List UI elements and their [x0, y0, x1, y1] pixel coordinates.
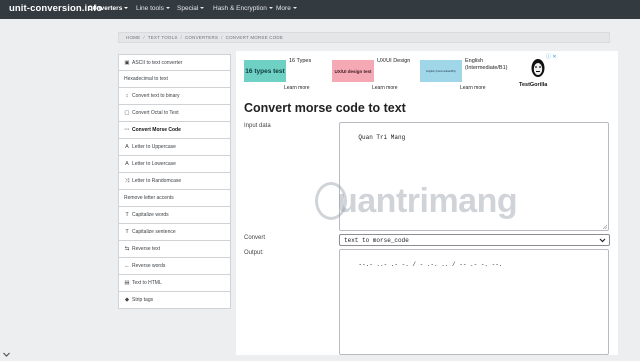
nav-line-tools-label: Line tools	[136, 5, 164, 12]
nav-special[interactable]: Special	[177, 5, 205, 12]
nav-line-tools[interactable]: Line tools	[136, 5, 170, 12]
reverse-words-icon: ←	[124, 263, 130, 269]
sidebar-item-label: Strip tags	[132, 297, 154, 303]
sidebar-item[interactable]: T Capitalize words	[118, 207, 231, 224]
ad-16-types[interactable]: 16 types test 16 Types Learn more	[244, 54, 328, 94]
sidebar-item-label: Text to HTML	[132, 280, 162, 286]
nav-converters-label: Converters	[88, 5, 123, 12]
sidebar-item[interactable]: T Capitalize sentence	[118, 224, 231, 241]
sidebar-item-label: ASCII to text converter	[132, 59, 183, 66]
chevron-down-icon	[165, 7, 170, 9]
convert-label: Convert	[244, 235, 266, 241]
nav-more-label: More	[276, 5, 291, 12]
morse-icon: ···	[124, 127, 130, 133]
sidebar-item-label: Letter to Randomcase	[132, 178, 182, 184]
sidebar-item[interactable]: ▢ Convert Octal to Text	[118, 105, 231, 122]
sidebar-item[interactable]: Hexadecimal to text	[118, 71, 231, 88]
input-data-textarea[interactable]: Quan Tri Mang	[339, 122, 609, 231]
binary-icon: ↕	[125, 93, 129, 99]
sidebar-item-label: Convert text to binary	[132, 93, 180, 99]
sidebar-item[interactable]: ⇆ Reverse text	[118, 241, 231, 258]
chevron-down-icon	[200, 7, 205, 9]
chevron-down-icon	[292, 7, 297, 9]
nav-hash-label: Hash & Encryption	[213, 5, 267, 12]
ad-image: 16 types test	[244, 60, 286, 82]
sidebar-item[interactable]: ⤨ Letter to Randomcase	[118, 173, 231, 190]
sidebar-item-label: Capitalize sentence	[132, 229, 176, 235]
ad-ux-ui-design[interactable]: UX/UI design test UX/UI Design Learn mor…	[332, 54, 416, 94]
output-value: --.- ..- .- -. / - .-. .. / -- .- -. --.	[358, 261, 503, 268]
ad-english[interactable]: English (Intermediate/B1) English (Inter…	[420, 54, 515, 94]
chevron-down-icon[interactable]	[2, 350, 11, 359]
nav-converters[interactable]: Converters	[88, 5, 129, 12]
sidebar-item-label: Remove letter accents	[124, 195, 174, 201]
input-data-label: Input data	[244, 123, 271, 129]
sidebar-item-label: Reverse words	[132, 263, 166, 269]
convert-select-value: text to morse_code	[344, 237, 409, 244]
uppercase-icon: A	[125, 144, 129, 150]
nav-special-label: Special	[177, 5, 199, 12]
output-label: Output:	[244, 250, 264, 256]
input-data-value: Quan Tri Mang	[358, 134, 406, 141]
gorilla-logo-icon	[531, 59, 545, 77]
capitalize-icon: T	[125, 212, 129, 218]
breadcrumb-separator: /	[143, 35, 145, 40]
sidebar-item[interactable]: ↕ Convert text to binary	[118, 88, 231, 105]
breadcrumb-current: CONVERT MORSE CODE	[225, 35, 284, 40]
sidebar: ▣ ASCII to text converter Hexadecimal to t…	[118, 54, 231, 309]
html-icon: ▤	[124, 280, 130, 286]
output-textarea[interactable]: --.- ..- .- -. / - .-. .. / -- .- -. --.	[339, 249, 609, 355]
sidebar-item-label: Convert Morse Code	[132, 127, 181, 133]
ad-banner: 16 types test 16 Types Learn more UX/UI …	[244, 54, 562, 94]
capitalize-sentence-icon: T	[125, 229, 129, 235]
lowercase-icon: A	[125, 161, 129, 167]
sidebar-item[interactable]: ▤ Text to HTML	[118, 275, 231, 292]
main-panel: 16 types test 16 Types Learn more UX/UI …	[236, 51, 618, 355]
sidebar-item[interactable]: A Letter to Lowercase	[118, 156, 231, 173]
ad-image: English (Intermediate/B1)	[420, 60, 462, 82]
chevron-down-icon	[124, 7, 129, 9]
sidebar-item[interactable]: ▣ ASCII to text converter	[118, 54, 231, 71]
page-title: Convert morse code to text	[244, 101, 406, 115]
nav-hash-encryption[interactable]: Hash & Encryption	[213, 5, 273, 12]
ad-title: 16 Types	[289, 58, 312, 64]
reverse-icon: ⇆	[124, 246, 130, 252]
sidebar-item[interactable]: A Letter to Uppercase	[118, 139, 231, 156]
ad-title: English (Intermediate/B1)	[465, 58, 508, 71]
learn-more-link[interactable]: Learn more	[284, 85, 310, 91]
sidebar-item[interactable]: ◆ Strip tags	[118, 292, 231, 309]
tag-icon: ◆	[124, 297, 130, 303]
breadcrumb-separator: /	[221, 35, 223, 40]
sidebar-item-label: Letter to Lowercase	[132, 161, 176, 167]
shuffle-icon: ⤨	[124, 177, 130, 184]
brand-name: TestGorilla	[519, 82, 548, 88]
sidebar-item-label: Capitalize words	[132, 212, 169, 218]
convert-select[interactable]: text to morse_code	[339, 234, 610, 246]
ascii-icon: ▣	[124, 59, 130, 66]
top-navbar: unit-conversion.info Converters Line too…	[0, 0, 640, 19]
sidebar-item-label: Reverse text	[132, 246, 161, 252]
octal-icon: ▢	[124, 110, 130, 116]
sidebar-item[interactable]: ← Reverse words	[118, 258, 231, 275]
ad-close-icon[interactable]: ⓘ ✕	[546, 53, 557, 60]
sidebar-item-label: Letter to Uppercase	[132, 144, 176, 150]
sidebar-item-label: Hexadecimal to text	[124, 76, 168, 82]
resize-handle-icon[interactable]	[602, 224, 607, 229]
learn-more-link[interactable]: Learn more	[372, 85, 398, 91]
breadcrumb-home[interactable]: HOME	[126, 35, 140, 40]
breadcrumb: HOME / TEXT TOOLS / CONVERTERS / CONVERT MO…	[118, 32, 610, 43]
sidebar-item[interactable]: ··· Convert Morse Code	[118, 122, 231, 139]
chevron-down-icon	[268, 7, 273, 9]
testgorilla-brand[interactable]: TestGorilla	[519, 58, 559, 94]
chevron-down-icon	[599, 238, 606, 243]
ad-image: UX/UI design test	[332, 60, 374, 82]
learn-more-link[interactable]: Learn more	[460, 85, 486, 91]
nav-more[interactable]: More	[276, 5, 297, 12]
sidebar-item-label: Convert Octal to Text	[132, 110, 179, 116]
breadcrumb-converters[interactable]: CONVERTERS	[185, 35, 218, 40]
ad-title: UX/UI Design	[377, 58, 411, 64]
breadcrumb-separator: /	[180, 35, 182, 40]
breadcrumb-text-tools[interactable]: TEXT TOOLS	[148, 35, 178, 40]
sidebar-item[interactable]: Remove letter accents	[118, 190, 231, 207]
